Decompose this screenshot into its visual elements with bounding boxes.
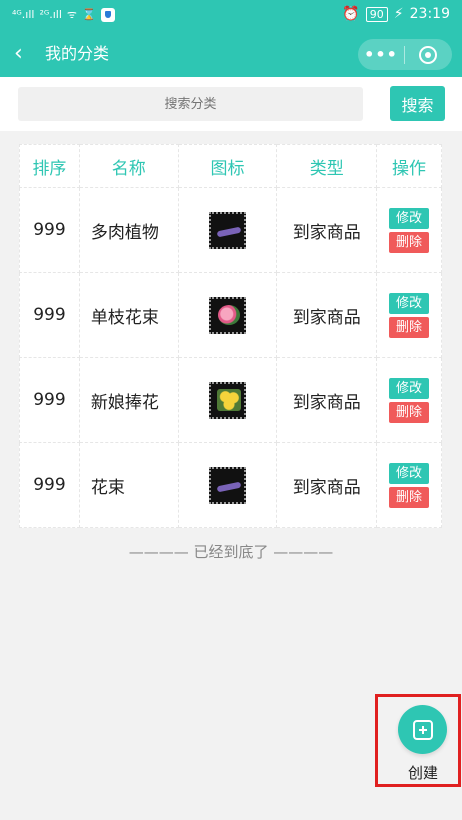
wifi-icon: ᯤ (66, 8, 77, 21)
edit-button[interactable]: 修改 (389, 207, 430, 229)
table-row: 999 多肉植物 到家商品 修改 删除 (19, 187, 442, 273)
pink-flower-icon (209, 296, 246, 334)
search-input[interactable] (18, 87, 363, 121)
end-of-list-text: ———— 已经到底了 ———— (128, 543, 334, 561)
delete-button[interactable]: 删除 (389, 316, 430, 338)
close-target-icon[interactable] (405, 45, 451, 64)
row-type: 到家商品 (276, 357, 378, 443)
back-icon[interactable]: ‹ (14, 40, 23, 68)
header-order: 排序 (19, 144, 80, 188)
page-title: 我的分类 (45, 44, 110, 63)
search-button[interactable]: 搜索 (390, 86, 445, 121)
table-row: 999 新娘捧花 到家商品 修改 删除 (19, 357, 442, 443)
edit-button[interactable]: 修改 (389, 292, 430, 314)
lavender-bouquet-icon (209, 466, 246, 504)
target-ring (419, 45, 437, 64)
header-name: 名称 (78, 144, 179, 188)
status-right: ⏰ 90 ⚡ 23:19 (342, 6, 450, 22)
table-header-row: 排序 名称 图标 类型 操作 (19, 144, 442, 188)
row-operations: 修改 删除 (376, 357, 442, 443)
row-operations: 修改 删除 (376, 442, 442, 528)
navigation-bar: ‹ 我的分类 ••• (0, 32, 462, 77)
edit-button[interactable]: 修改 (389, 377, 430, 399)
row-order: 999 (19, 357, 80, 443)
delete-button[interactable]: 删除 (389, 231, 430, 253)
status-left: ⁴ᴳ.ıll ²ᴳ.ıll ᯤ ⌛ (12, 7, 115, 22)
row-type: 到家商品 (276, 272, 378, 358)
edit-button[interactable]: 修改 (389, 462, 430, 484)
row-icon-cell (177, 187, 278, 273)
header-icon: 图标 (177, 144, 278, 188)
signal-2g-icon: ²ᴳ.ıll (39, 8, 62, 21)
mini-program-capsule: ••• (358, 39, 452, 70)
row-name: 单枝花束 (78, 272, 179, 358)
more-icon[interactable]: ••• (358, 45, 404, 64)
delete-button[interactable]: 删除 (389, 486, 430, 508)
lavender-bouquet-icon (209, 211, 246, 249)
row-order: 999 (19, 272, 80, 358)
row-operations: 修改 删除 (376, 187, 442, 273)
row-icon-cell (177, 357, 278, 443)
header-operation: 操作 (376, 144, 442, 188)
top-bar: ⁴ᴳ.ıll ²ᴳ.ıll ᯤ ⌛ ⏰ 90 ⚡ 23:19 ‹ 我的分类 ••… (0, 0, 462, 77)
signal-4g-icon: ⁴ᴳ.ıll (12, 8, 35, 21)
header-type: 类型 (276, 144, 378, 188)
status-bar: ⁴ᴳ.ıll ²ᴳ.ıll ᯤ ⌛ ⏰ 90 ⚡ 23:19 (0, 0, 462, 32)
row-operations: 修改 删除 (376, 272, 442, 358)
row-type: 到家商品 (276, 187, 378, 273)
category-table: 排序 名称 图标 类型 操作 999 多肉植物 到家商品 修改 删除 999 单枝… (19, 144, 442, 528)
row-order: 999 (19, 442, 80, 528)
add-icon (412, 719, 433, 740)
table-row: 999 单枝花束 到家商品 修改 删除 (19, 272, 442, 358)
row-icon-cell (177, 442, 278, 528)
search-bar: 搜索 (0, 77, 462, 131)
delete-button[interactable]: 删除 (389, 401, 430, 423)
row-order: 999 (19, 187, 80, 273)
target-dot (425, 51, 431, 58)
shield-icon (100, 7, 115, 22)
row-name: 新娘捧花 (78, 357, 179, 443)
row-type: 到家商品 (276, 442, 378, 528)
yellow-bouquet-icon (209, 381, 246, 419)
clock-time: 23:19 (409, 6, 450, 22)
hourglass-icon: ⌛ (81, 8, 96, 21)
table-row: 999 花束 到家商品 修改 删除 (19, 442, 442, 528)
row-icon-cell (177, 272, 278, 358)
create-label[interactable]: 创建 (396, 762, 450, 783)
battery-level: 90 (365, 6, 388, 22)
create-button[interactable] (398, 705, 447, 754)
charging-icon: ⚡ (393, 6, 404, 22)
alarm-icon: ⏰ (342, 6, 360, 22)
row-name: 多肉植物 (78, 187, 179, 273)
row-name: 花束 (78, 442, 179, 528)
